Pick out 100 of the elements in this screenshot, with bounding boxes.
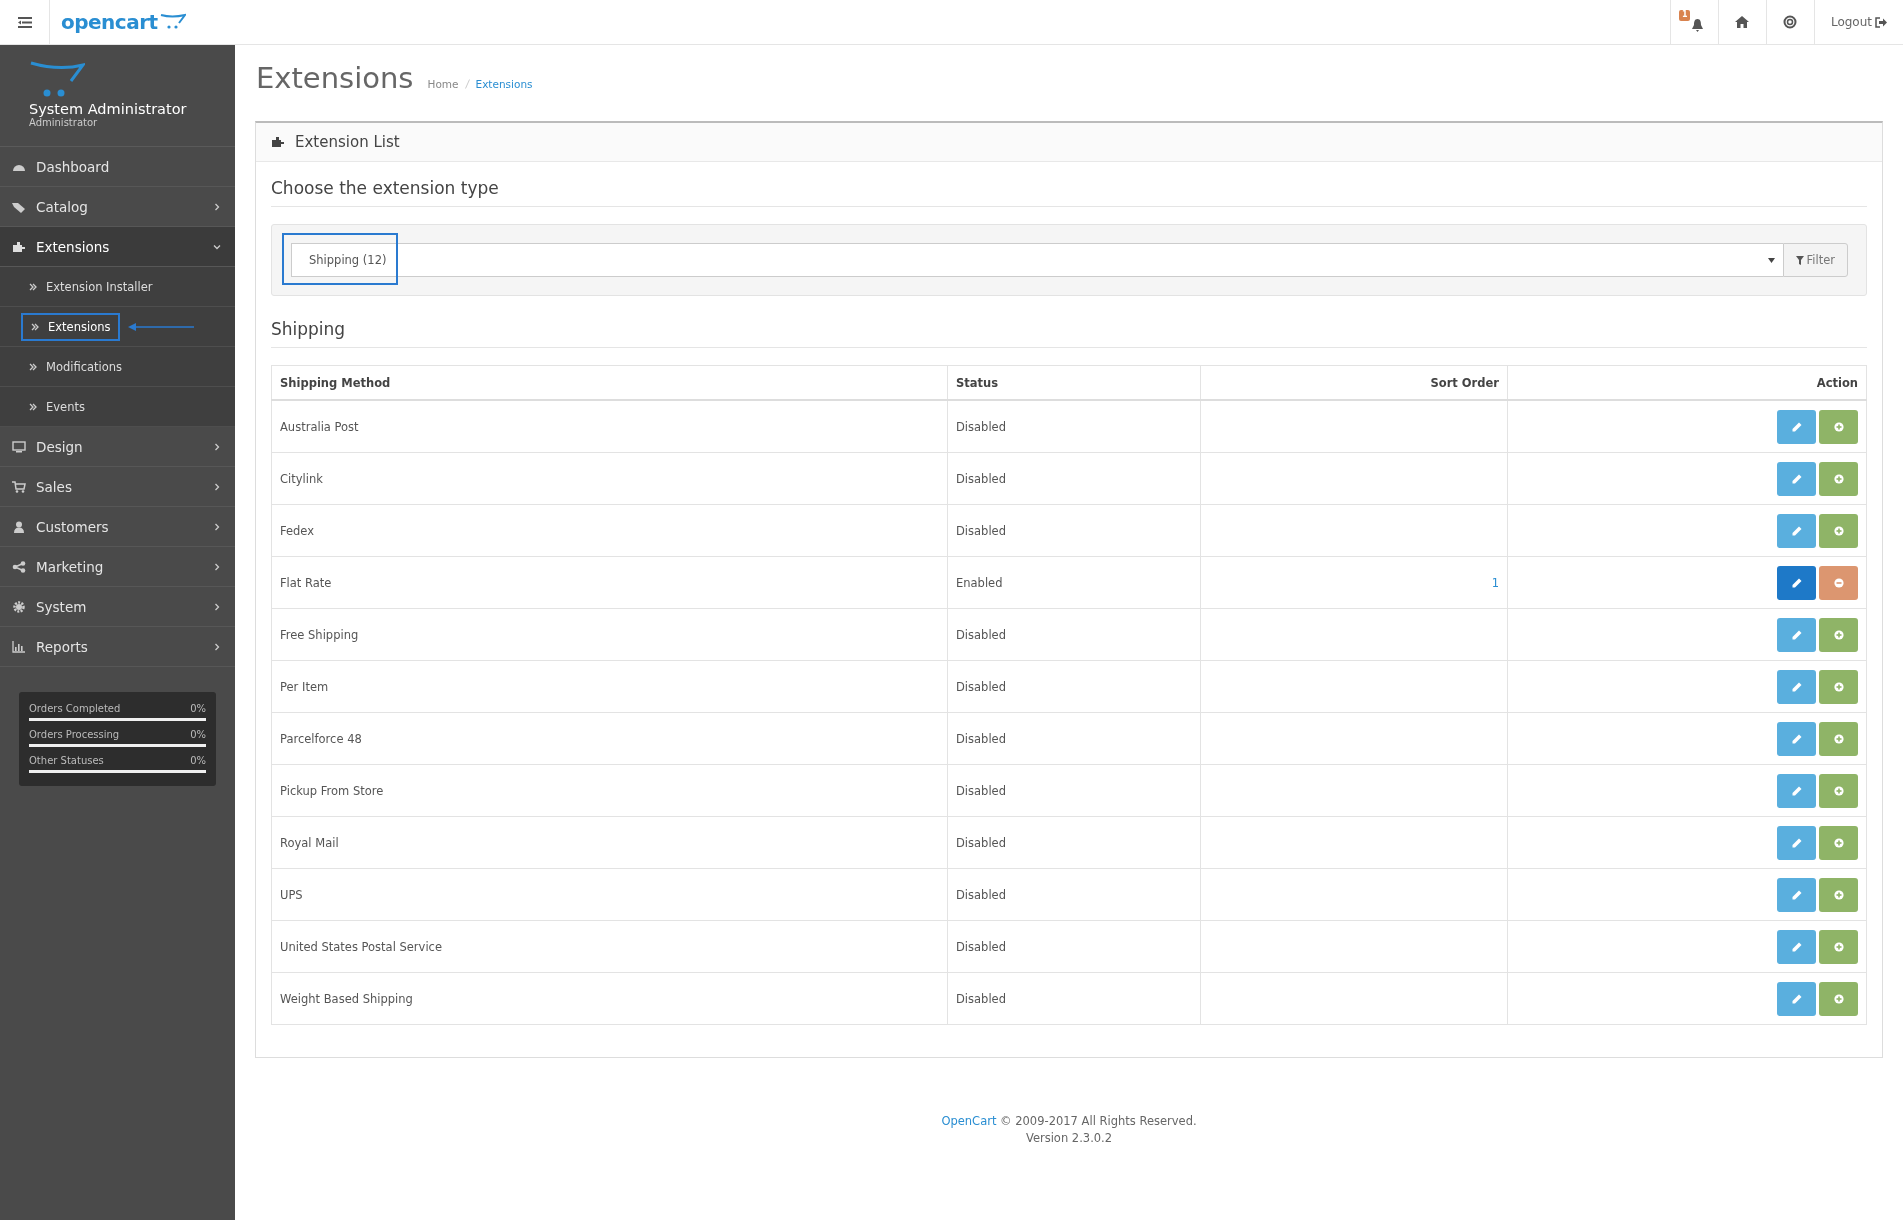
monitor-icon [12, 440, 26, 453]
edit-button[interactable] [1777, 877, 1816, 912]
stat-value: 0% [190, 729, 206, 740]
table-cell: Enabled [956, 575, 1003, 590]
chevron-icon [213, 522, 221, 531]
install-button[interactable] [1819, 929, 1858, 964]
install-button[interactable] [1819, 721, 1858, 756]
section-heading: Shipping [271, 303, 1867, 348]
section-heading: Choose the extension type [271, 162, 1867, 207]
table-cell: Flat Rate [280, 575, 332, 590]
stat-value: 0% [190, 755, 206, 766]
minus-circle-icon [1833, 577, 1844, 588]
edit-button[interactable] [1777, 409, 1816, 444]
sidebar-menu-item[interactable]: Customers [0, 507, 235, 547]
edit-button[interactable] [1777, 929, 1816, 964]
install-button[interactable] [1819, 409, 1858, 444]
table-cell: Disabled [956, 887, 1006, 902]
table-cell: Disabled [956, 991, 1006, 1006]
table-cell: Disabled [956, 627, 1006, 642]
double-chevron-icon [29, 282, 37, 291]
edit-button[interactable] [1777, 981, 1816, 1016]
puzzle-icon [12, 240, 26, 253]
notification-badge: 1 [1678, 10, 1691, 21]
sidebar-menu-item[interactable]: Sales [0, 467, 235, 507]
plus-circle-icon [1833, 733, 1844, 744]
sidebar-menu-item[interactable]: System [0, 587, 235, 627]
stat-value: 0% [190, 703, 206, 714]
plus-circle-icon [1833, 525, 1844, 536]
plus-circle-icon [1833, 837, 1844, 848]
table-cell: Citylink [280, 471, 323, 486]
edit-button[interactable] [1777, 721, 1816, 756]
sidebar-menu-item[interactable]: Marketing [0, 547, 235, 587]
sidebar-menu-item[interactable]: Design [0, 427, 235, 467]
table-cell: Pickup From Store [280, 783, 384, 798]
install-button[interactable] [1819, 513, 1858, 548]
table-cell: Disabled [956, 835, 1006, 850]
user-icon [12, 520, 26, 533]
footer-link[interactable]: OpenCart [941, 1114, 997, 1128]
filter-button[interactable]: Filter [1782, 243, 1848, 277]
edit-button[interactable] [1777, 565, 1816, 600]
breadcrumb-link[interactable]: Extensions [475, 78, 533, 90]
install-button[interactable] [1819, 981, 1858, 1016]
panel-title: Extension List [295, 133, 400, 151]
pencil-icon [1791, 993, 1802, 1004]
chevron-icon [213, 562, 221, 571]
install-button[interactable] [1819, 825, 1858, 860]
sidebar-menu-item[interactable]: Extensions [0, 227, 235, 267]
edit-button[interactable] [1777, 825, 1816, 860]
table-cell: UPS [280, 887, 303, 902]
install-button[interactable] [1819, 461, 1858, 496]
table-cell: United States Postal Service [280, 939, 442, 954]
chevron-icon [213, 242, 221, 251]
column-header: Action [1816, 375, 1858, 390]
table-cell: Disabled [956, 731, 1006, 746]
plus-circle-icon [1833, 993, 1844, 1004]
table-cell: Disabled [956, 783, 1006, 798]
edit-button[interactable] [1777, 773, 1816, 808]
user-role: Administrator [29, 117, 99, 128]
bell-icon [1690, 18, 1704, 32]
double-chevron-icon [29, 402, 37, 411]
table-cell: Weight Based Shipping [280, 991, 413, 1006]
edit-button[interactable] [1777, 617, 1816, 652]
logo-text[interactable]: opencart [61, 10, 158, 34]
edit-button[interactable] [1777, 461, 1816, 496]
annotation-arrow [128, 321, 195, 332]
logout-icon [1875, 16, 1887, 28]
extension-type-select[interactable]: Shipping (12) [291, 243, 1783, 277]
uninstall-button[interactable] [1819, 565, 1858, 600]
cart-logo-icon [29, 59, 85, 99]
chevron-icon [213, 602, 221, 611]
version-text: Version 2.3.0.2 [1024, 1129, 1114, 1147]
chevron-icon [213, 482, 221, 491]
install-button[interactable] [1819, 877, 1858, 912]
double-chevron-icon [31, 322, 39, 331]
install-button[interactable] [1819, 617, 1858, 652]
table-cell: Fedex [280, 523, 315, 538]
pencil-icon [1791, 837, 1802, 848]
puzzle-icon [271, 136, 285, 148]
pencil-icon [1791, 785, 1802, 796]
cart-logo-icon [159, 13, 186, 29]
sidebar-menu-item[interactable]: Reports [0, 627, 235, 667]
install-button[interactable] [1819, 773, 1858, 808]
edit-button[interactable] [1777, 669, 1816, 704]
sidebar-menu-item[interactable]: Dashboard [0, 147, 235, 187]
plus-circle-icon [1833, 785, 1844, 796]
table-cell: Disabled [956, 471, 1006, 486]
table-cell: Royal Mail [280, 835, 339, 850]
edit-button[interactable] [1777, 513, 1816, 548]
table-cell: Australia Post [280, 419, 359, 434]
plus-circle-icon [1833, 941, 1844, 952]
sidebar-submenu-item[interactable]: Extensions [21, 312, 121, 341]
install-button[interactable] [1819, 669, 1858, 704]
pencil-icon [1791, 733, 1802, 744]
breadcrumb-link[interactable]: Home [427, 78, 459, 90]
chart-icon [12, 640, 26, 653]
stat-label: Orders Processing [29, 729, 120, 740]
plus-circle-icon [1833, 473, 1844, 484]
column-header: Status [956, 375, 999, 390]
table-cell: Disabled [956, 419, 1006, 434]
chevron-icon [213, 642, 221, 651]
